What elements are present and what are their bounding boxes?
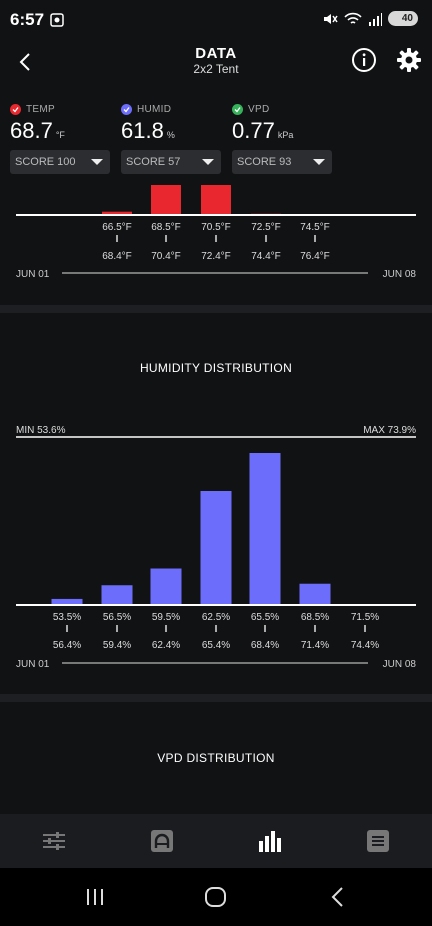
vpd-label: VPD (248, 104, 270, 115)
temp-range-high-label: 68.4°F (102, 251, 132, 262)
vpd-score-dropdown[interactable]: SCORE 93 (232, 150, 332, 174)
caret-down-icon (202, 159, 214, 165)
humidity-range-high-label: 56.4% (53, 640, 81, 651)
status-bar: 6:57 40 (0, 0, 432, 40)
temp-bar (201, 185, 231, 215)
temp-range-high-label: 74.4°F (251, 251, 281, 262)
humidity-bar (299, 583, 331, 605)
humidity-range-high-label: 71.4% (301, 640, 329, 651)
humidity-range-low-label: 65.5% (251, 612, 279, 623)
humid-value: 61.8 (121, 118, 164, 143)
humidity-range-low-label: 53.5% (53, 612, 81, 623)
controller-icon[interactable] (149, 828, 175, 854)
temp-metric: TEMP 68.7 °F (10, 104, 110, 144)
temp-range-low-label: 72.5°F (251, 222, 281, 233)
humidity-bar (200, 491, 232, 605)
home-icon[interactable] (204, 886, 228, 908)
recent-apps-icon[interactable] (84, 887, 106, 907)
vpd-section-title: VPD DISTRIBUTION (157, 751, 275, 765)
temp-label: TEMP (26, 104, 55, 115)
temp-score-label: SCORE 100 (15, 156, 76, 168)
list-icon[interactable] (365, 828, 391, 854)
humidity-range-high-label: 74.4% (351, 640, 379, 651)
humidity-range-low-label: 62.5% (202, 612, 230, 623)
system-nav-bar (0, 868, 432, 926)
humid-score-dropdown[interactable]: SCORE 57 (121, 150, 221, 174)
humidity-date-start: JUN 01 (16, 659, 50, 670)
signal-icon (369, 12, 382, 26)
humidity-range-low-label: 56.5% (103, 612, 131, 623)
vpd-unit: kPa (277, 130, 294, 140)
humidity-distribution-chart: 53.5% 56.4% 56.5% 59.4% 59.5% 62.4% 62.5% 65.4%… (16, 436, 417, 670)
humid-score-label: SCORE 57 (126, 156, 181, 168)
temp-range-low-label: 70.5°F (201, 222, 231, 233)
humidity-max-label: MAX 73.9% (363, 425, 416, 436)
caret-down-icon (313, 159, 325, 165)
vpd-score-label: SCORE 93 (237, 156, 292, 168)
info-icon[interactable] (351, 47, 377, 73)
temp-range-high-label: 76.4°F (300, 251, 330, 262)
check-icon (10, 104, 21, 115)
temp-range-high-label: 72.4°F (201, 251, 231, 262)
temp-value: 68.7 (10, 118, 53, 143)
humidity-range-high-label: 65.4% (202, 640, 230, 651)
vpd-value: 0.77 (232, 118, 275, 143)
humid-unit: % (166, 130, 175, 140)
check-icon (121, 104, 132, 115)
header: DATA 2x2 Tent (0, 40, 432, 84)
section-divider (0, 694, 432, 702)
temp-date-end: JUN 08 (383, 269, 417, 280)
temp-date-start: JUN 01 (16, 269, 50, 280)
humidity-range-high-label: 62.4% (152, 640, 180, 651)
gear-icon[interactable] (396, 47, 422, 73)
section-divider (0, 305, 432, 313)
bar-chart-icon[interactable] (257, 828, 283, 854)
humidity-range-high-label: 59.4% (103, 640, 131, 651)
screen-record-icon (50, 13, 64, 27)
humidity-min-label: MIN 53.6% (16, 425, 66, 436)
status-time: 6:57 (10, 10, 45, 29)
temp-range-low-label: 74.5°F (300, 222, 330, 233)
humidity-bar (150, 568, 182, 605)
temp-range-low-label: 68.5°F (151, 222, 181, 233)
humidity-range-low-label: 68.5% (301, 612, 329, 623)
battery-level: 40 (401, 13, 413, 24)
caret-down-icon (91, 159, 103, 165)
temperature-distribution-chart: 66.5°F 68.4°F 68.5°F 70.4°F 70.5°F 72.4°F 72.5… (16, 185, 417, 280)
temp-unit: °F (55, 130, 65, 140)
bottom-nav (0, 814, 432, 868)
humidity-bar (249, 453, 281, 605)
check-icon (232, 104, 243, 115)
humid-metric: HUMID 61.8% (121, 104, 221, 144)
wifi-icon (344, 12, 362, 24)
humidity-bar (101, 585, 133, 605)
vpd-metric: VPD 0.77 kPa (232, 104, 332, 144)
humidity-date-end: JUN 08 (383, 659, 417, 670)
temp-bar (151, 185, 181, 215)
mute-icon (324, 13, 338, 24)
system-back-icon[interactable] (328, 886, 348, 908)
temp-range-high-label: 70.4°F (151, 251, 181, 262)
humidity-section-title: HUMIDITY DISTRIBUTION (139, 361, 293, 375)
humidity-range-low-label: 59.5% (152, 612, 180, 623)
battery-indicator: 40 (388, 11, 418, 26)
humidity-range-low-label: 71.5% (351, 612, 379, 623)
temp-range-low-label: 66.5°F (102, 222, 132, 233)
humid-label: HUMID (137, 104, 172, 115)
temp-score-dropdown[interactable]: SCORE 100 (10, 150, 110, 174)
humidity-range-high-label: 68.4% (251, 640, 279, 651)
sliders-icon[interactable] (41, 828, 67, 854)
